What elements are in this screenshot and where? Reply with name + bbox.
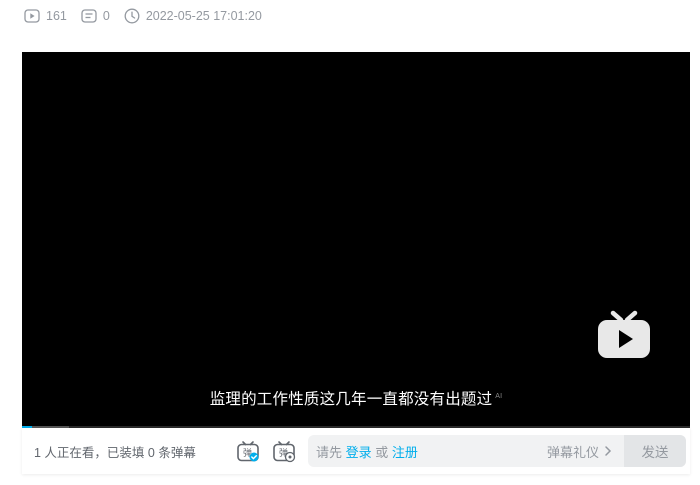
send-button[interactable]: 发送 bbox=[624, 435, 686, 467]
viewer-count: 1 人正在看，已装填 0 条弹幕 bbox=[34, 445, 196, 460]
bilibili-tv-icon[interactable] bbox=[596, 307, 652, 361]
login-hint: 请先 登录 或 注册 bbox=[316, 442, 418, 461]
login-hint-or: 或 bbox=[375, 444, 389, 460]
danmaku-count: 0 bbox=[81, 9, 110, 23]
video-subtitle: 监理的工作性质这几年一直都没有出题过 AI bbox=[22, 387, 690, 409]
danmaku-bar: 1 人正在看，已装填 0 条弹幕 弹 弹 请先 登录 或 注册 弹幕礼仪 发送 bbox=[22, 428, 690, 474]
video-player[interactable]: 监理的工作性质这几年一直都没有出题过 AI bbox=[22, 52, 690, 428]
danmaku-settings[interactable]: 弹 bbox=[270, 437, 298, 465]
register-link[interactable]: 注册 bbox=[392, 445, 418, 460]
danmaku-count-value: 0 bbox=[102, 9, 110, 23]
play-count-value: 161 bbox=[46, 9, 67, 23]
danmaku-settings-icon[interactable]: 弹 bbox=[272, 439, 296, 463]
clock-icon bbox=[124, 8, 140, 24]
danmaku-count-icon bbox=[81, 9, 97, 23]
login-link[interactable]: 登录 bbox=[346, 445, 372, 460]
play-count-icon bbox=[24, 9, 40, 23]
danmaku-input[interactable]: 请先 登录 或 注册 弹幕礼仪 发送 bbox=[308, 435, 686, 467]
ai-badge: AI bbox=[495, 392, 503, 400]
subtitle-text: 监理的工作性质这几年一直都没有出题过 bbox=[209, 391, 493, 408]
danmaku-etiquette-link[interactable]: 弹幕礼仪 bbox=[547, 442, 614, 461]
danmaku-toggle-icon[interactable]: 弹 bbox=[236, 439, 260, 463]
publish-time: 2022-05-25 17:01:20 bbox=[124, 8, 262, 24]
danmaku-toggle[interactable]: 弹 bbox=[234, 437, 262, 465]
etiquette-label: 弹幕礼仪 bbox=[546, 444, 599, 460]
chevron-right-icon bbox=[605, 446, 612, 456]
video-meta: 161 0 2022-05-25 17:01:20 bbox=[24, 7, 276, 25]
publish-datetime: 2022-05-25 17:01:20 bbox=[145, 9, 262, 23]
login-hint-prefix: 请先 bbox=[316, 444, 343, 460]
play-count: 161 bbox=[24, 9, 67, 23]
